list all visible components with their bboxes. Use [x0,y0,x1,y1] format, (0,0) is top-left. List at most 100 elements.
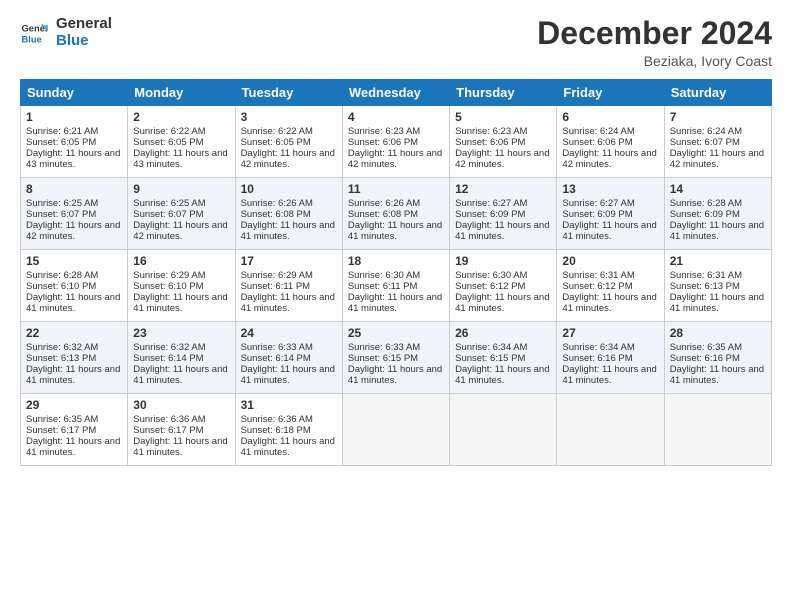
table-row: 20Sunrise: 6:31 AMSunset: 6:12 PMDayligh… [557,250,664,322]
calendar-table: Sunday Monday Tuesday Wednesday Thursday… [20,79,772,466]
sunrise: Sunrise: 6:28 AM [670,198,742,209]
sunset: Sunset: 6:13 PM [26,353,96,364]
daylight: Daylight: 11 hours and 41 minutes. [670,364,764,386]
logo-line1: General [56,16,112,33]
table-row: 6Sunrise: 6:24 AMSunset: 6:06 PMDaylight… [557,106,664,178]
calendar-row-3: 15Sunrise: 6:28 AMSunset: 6:10 PMDayligh… [21,250,772,322]
table-row: 14Sunrise: 6:28 AMSunset: 6:09 PMDayligh… [664,178,771,250]
sunrise: Sunrise: 6:36 AM [241,414,313,425]
sunset: Sunset: 6:10 PM [26,281,96,292]
sunset: Sunset: 6:15 PM [348,353,418,364]
logo-line2: Blue [56,33,112,50]
table-row: 12Sunrise: 6:27 AMSunset: 6:09 PMDayligh… [450,178,557,250]
daylight: Daylight: 11 hours and 41 minutes. [348,364,442,386]
col-monday: Monday [128,80,235,106]
day-number: 4 [348,110,444,124]
sunrise: Sunrise: 6:32 AM [133,342,205,353]
sunset: Sunset: 6:16 PM [562,353,632,364]
header-row: Sunday Monday Tuesday Wednesday Thursday… [21,80,772,106]
daylight: Daylight: 11 hours and 41 minutes. [241,436,335,458]
svg-text:General: General [22,23,48,33]
day-number: 3 [241,110,337,124]
sunset: Sunset: 6:06 PM [348,137,418,148]
daylight: Daylight: 11 hours and 41 minutes. [670,220,764,242]
daylight: Daylight: 11 hours and 41 minutes. [348,220,442,242]
general-blue-logo-icon: General Blue [20,19,48,47]
sunrise: Sunrise: 6:36 AM [133,414,205,425]
table-row: 4 Sunrise: 6:23 AMSunset: 6:06 PMDaylight… [342,106,449,178]
sunset: Sunset: 6:15 PM [455,353,525,364]
sunset: Sunset: 6:17 PM [133,425,203,436]
table-row: 19Sunrise: 6:30 AMSunset: 6:12 PMDayligh… [450,250,557,322]
daylight: Daylight: 11 hours and 42 minutes. [348,148,442,170]
month-title: December 2024 [537,16,772,51]
sunset: Sunset: 6:09 PM [670,209,740,220]
table-row [664,394,771,466]
table-row [342,394,449,466]
table-row: 15Sunrise: 6:28 AMSunset: 6:10 PMDayligh… [21,250,128,322]
sunset: Sunset: 6:06 PM [455,137,525,148]
daylight: Daylight: 11 hours and 42 minutes. [670,148,764,170]
daylight: Daylight: 11 hours and 43 minutes. [133,148,227,170]
table-row: 29Sunrise: 6:35 AMSunset: 6:17 PMDayligh… [21,394,128,466]
sunset: Sunset: 6:18 PM [241,425,311,436]
sunset: Sunset: 6:06 PM [562,137,632,148]
sunrise: Sunrise: 6:30 AM [455,270,527,281]
col-tuesday: Tuesday [235,80,342,106]
day-number: 21 [670,254,766,268]
sunrise: Sunrise: 6:23 AM [348,126,420,137]
day-number: 7 [670,110,766,124]
day-number: 15 [26,254,122,268]
day-number: 12 [455,182,551,196]
table-row: 11Sunrise: 6:26 AMSunset: 6:08 PMDayligh… [342,178,449,250]
sunrise: Sunrise: 6:35 AM [26,414,98,425]
daylight: Daylight: 11 hours and 41 minutes. [133,292,227,314]
daylight: Daylight: 11 hours and 41 minutes. [455,364,549,386]
sunset: Sunset: 6:14 PM [241,353,311,364]
sunrise: Sunrise: 6:28 AM [26,270,98,281]
table-row: 22Sunrise: 6:32 AMSunset: 6:13 PMDayligh… [21,322,128,394]
table-row [450,394,557,466]
day-number: 5 [455,110,551,124]
daylight: Daylight: 11 hours and 41 minutes. [26,436,120,458]
day-number: 25 [348,326,444,340]
sunrise: Sunrise: 6:30 AM [348,270,420,281]
sunrise: Sunrise: 6:24 AM [562,126,634,137]
table-row: 2Sunrise: 6:22 AMSunset: 6:05 PMDaylight… [128,106,235,178]
daylight: Daylight: 11 hours and 41 minutes. [455,292,549,314]
logo: General Blue General Blue [20,16,112,49]
table-row: 24Sunrise: 6:33 AMSunset: 6:14 PMDayligh… [235,322,342,394]
sunset: Sunset: 6:08 PM [348,209,418,220]
sunset: Sunset: 6:07 PM [26,209,96,220]
col-saturday: Saturday [664,80,771,106]
sunrise: Sunrise: 6:26 AM [241,198,313,209]
daylight: Daylight: 11 hours and 41 minutes. [133,364,227,386]
day-number: 17 [241,254,337,268]
day-number: 18 [348,254,444,268]
daylight: Daylight: 11 hours and 41 minutes. [133,436,227,458]
sunset: Sunset: 6:12 PM [455,281,525,292]
daylight: Daylight: 11 hours and 41 minutes. [455,220,549,242]
daylight: Daylight: 11 hours and 41 minutes. [26,364,120,386]
col-friday: Friday [557,80,664,106]
sunrise: Sunrise: 6:29 AM [241,270,313,281]
sunrise: Sunrise: 6:35 AM [670,342,742,353]
sunset: Sunset: 6:16 PM [670,353,740,364]
day-number: 22 [26,326,122,340]
daylight: Daylight: 11 hours and 41 minutes. [241,292,335,314]
sunset: Sunset: 6:10 PM [133,281,203,292]
sunset: Sunset: 6:17 PM [26,425,96,436]
title-block: December 2024 Beziaka, Ivory Coast [537,16,772,69]
sunset: Sunset: 6:12 PM [562,281,632,292]
sunset: Sunset: 6:05 PM [26,137,96,148]
day-number: 30 [133,398,229,412]
daylight: Daylight: 11 hours and 41 minutes. [562,364,656,386]
day-number: 31 [241,398,337,412]
sunset: Sunset: 6:05 PM [133,137,203,148]
table-row: 13Sunrise: 6:27 AMSunset: 6:09 PMDayligh… [557,178,664,250]
sunrise: Sunrise: 6:34 AM [455,342,527,353]
location: Beziaka, Ivory Coast [537,53,772,69]
calendar-row-5: 29Sunrise: 6:35 AMSunset: 6:17 PMDayligh… [21,394,772,466]
table-row: 18Sunrise: 6:30 AMSunset: 6:11 PMDayligh… [342,250,449,322]
table-row: 28Sunrise: 6:35 AMSunset: 6:16 PMDayligh… [664,322,771,394]
